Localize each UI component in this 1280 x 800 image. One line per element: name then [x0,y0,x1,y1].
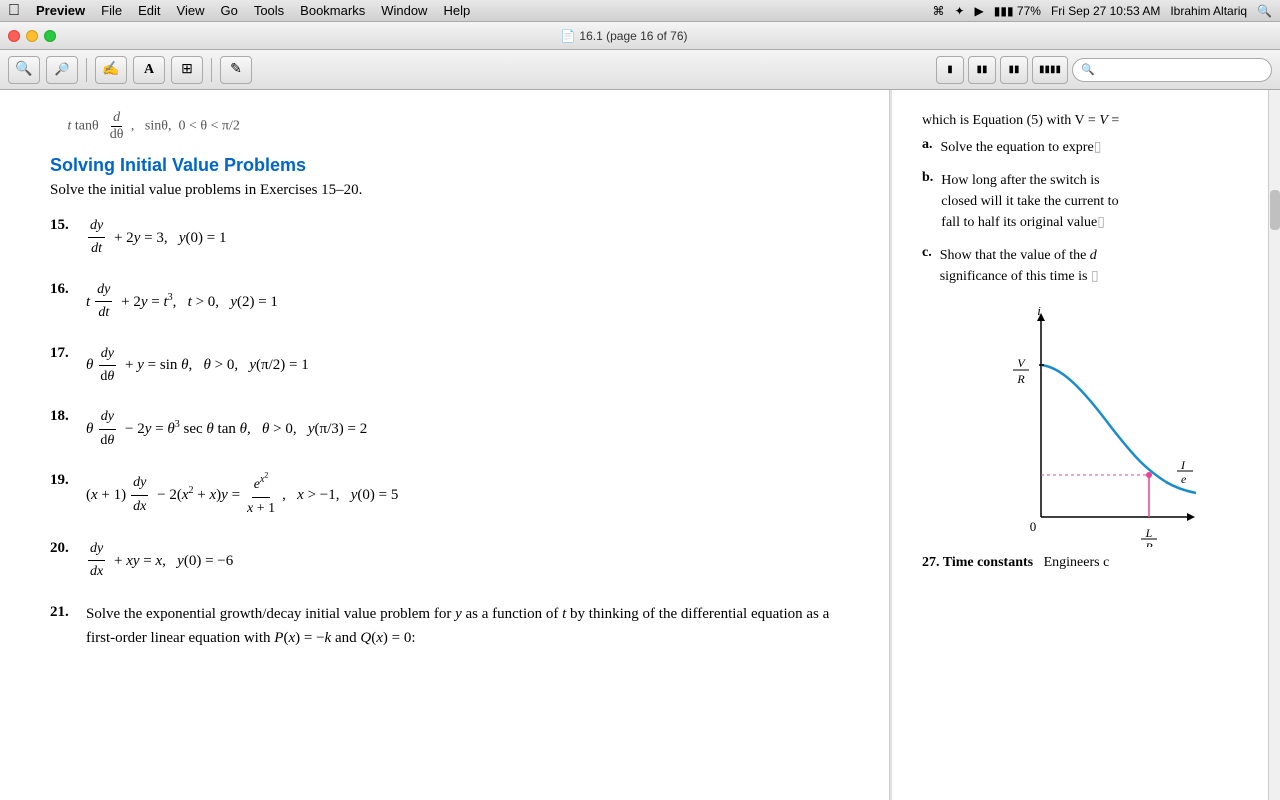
zoom-in-button[interactable]: 🔎 [46,56,78,84]
problem-19-number: 19. [50,470,78,489]
right-top-text: which is Equation (5) with V = V = [922,110,1260,131]
right-top-content: which is Equation (5) with V = [922,113,1096,128]
menu-edit[interactable]: Edit [138,3,160,18]
problem-16: 16. t dydt + 2y = t3, t > 0, y(2) = 1 [50,279,849,325]
content-area: t tanθ ddθ , sinθ, 0 < θ < π/2 Solving I… [0,90,1280,800]
username: Ibrahim Altariq [1170,4,1247,18]
item-c-text: Show that the value of the d significanc… [940,245,1099,287]
menu-file[interactable]: File [101,3,122,18]
bluetooth-icon: ✦ [954,4,964,18]
menu-bookmarks[interactable]: Bookmarks [300,3,365,18]
main-window: 📄 16.1 (page 16 of 76) 🔍 🔎 ✍ A ⊞ ✎ ▮ ▮▮ … [0,22,1280,800]
annotate-button[interactable]: ✎ [220,56,252,84]
search-icon-toolbar: 🔍 [1081,63,1095,76]
problem-15-content: dydt + 2y = 3, y(0) = 1 [86,215,226,261]
problem-17-content: θ dydθ + y = sin θ, θ > 0, y(π/2) = 1 [86,343,309,389]
menu-help[interactable]: Help [443,3,470,18]
item-a-text: Solve the equation to expre▯ [941,137,1102,158]
problem-17-number: 17. [50,343,78,362]
title-text: 16.1 (page 16 of 76) [579,29,687,43]
problem-20-number: 20. [50,538,78,557]
svg-text:i: i [1037,307,1041,318]
page-view-4-button[interactable]: ▮▮▮▮ [1032,56,1068,84]
menubar:  Preview File Edit View Go Tools Bookma… [0,0,1280,22]
menu-window[interactable]: Window [381,3,427,18]
battery-icon: ▮▮▮ [994,4,1017,18]
search-box[interactable]: 🔍 [1072,58,1272,82]
document-icon: 📄 [560,29,575,43]
scrollbar[interactable] [1268,90,1280,800]
svg-text:V: V [1017,356,1026,370]
item-c-letter: c. [922,245,932,283]
right-bottom-text: 27. Time constants Engineers c [922,555,1260,571]
menu-view[interactable]: View [177,3,205,18]
svg-text:R: R [1016,372,1025,386]
problem-18-content: θ dydθ − 2y = θ3 sec θ tan θ, θ > 0, y(π… [86,406,367,452]
menu-go[interactable]: Go [220,3,237,18]
item-a-letter: a. [922,137,933,154]
window-title: 📄 16.1 (page 16 of 76) [560,29,687,43]
separator-1 [86,58,87,82]
pan-tool-button[interactable]: ✍ [95,56,127,84]
search-icon[interactable]: 🔍 [1257,4,1272,18]
problem-21: 21. Solve the exponential growth/decay i… [50,602,849,650]
svg-text:0: 0 [1030,519,1037,534]
problem-27-text: Engineers c [1044,555,1110,570]
problem-18-number: 18. [50,406,78,425]
right-page: which is Equation (5) with V = V = a. So… [890,90,1280,800]
maximize-button[interactable] [44,30,56,42]
volume-icon: ▶ [975,4,984,18]
battery-status: ▮▮▮ 77% [994,4,1041,18]
svg-text:L: L [1145,526,1153,540]
problem-27-label: 27. Time constants [922,555,1033,570]
scroll-thumb[interactable] [1270,190,1280,230]
wifi-icon: ⌘ [932,4,944,18]
item-b-text: How long after the switch is closed will… [941,170,1118,233]
menu-preview[interactable]: Preview [36,3,85,18]
problem-20-content: dydx + xy = x, y(0) = −6 [86,538,233,584]
titlebar: 📄 16.1 (page 16 of 76) [0,22,1280,50]
svg-text:R: R [1144,540,1153,547]
apple-menu[interactable]:  [8,2,20,20]
section-heading: Solving Initial Value Problems [50,155,849,176]
zoom-out-button[interactable]: 🔍 [8,56,40,84]
problem-18: 18. θ dydθ − 2y = θ3 sec θ tan θ, θ > 0,… [50,406,849,452]
close-button[interactable] [8,30,20,42]
problem-19-content: (x + 1) dydx − 2(x2 + x)y = ex2 x + 1 , … [86,470,398,520]
toolbar: 🔍 🔎 ✍ A ⊞ ✎ ▮ ▮▮ ▮▮ ▮▮▮▮ 🔍 [0,50,1280,90]
datetime: Fri Sep 27 10:53 AM [1051,4,1160,18]
grid-view-button[interactable]: ⊞ [171,56,203,84]
intro-text: Solve the initial value problems in Exer… [50,182,849,199]
decay-chart: i V R 0 L R I e [981,307,1201,547]
svg-text:e: e [1181,472,1187,486]
problem-21-content: Solve the exponential growth/decay initi… [86,602,849,650]
problem-17: 17. θ dydθ + y = sin θ, θ > 0, y(π/2) = … [50,343,849,389]
problem-16-number: 16. [50,279,78,298]
page-view-1-button[interactable]: ▮ [936,56,964,84]
problem-15: 15. dydt + 2y = 3, y(0) = 1 [50,215,849,261]
problem-20: 20. dydx + xy = x, y(0) = −6 [50,538,849,584]
chart-container: i V R 0 L R I e [922,307,1260,547]
select-text-button[interactable]: A [133,56,165,84]
problem-21-number: 21. [50,602,78,621]
problem-15-number: 15. [50,215,78,234]
svg-text:I: I [1180,458,1186,472]
menubar-right: ⌘ ✦ ▶ ▮▮▮ 77% Fri Sep 27 10:53 AM Ibrahi… [932,4,1272,18]
menu-tools[interactable]: Tools [254,3,284,18]
page-view-3-button[interactable]: ▮▮ [1000,56,1028,84]
right-item-c: c. Show that the value of the d signific… [922,245,1260,287]
problem-16-content: t dydt + 2y = t3, t > 0, y(2) = 1 [86,279,278,325]
item-b-letter: b. [922,170,933,229]
right-item-b: b. How long after the switch is closed w… [922,170,1260,233]
page-view-2-button[interactable]: ▮▮ [968,56,996,84]
problem-19: 19. (x + 1) dydx − 2(x2 + x)y = ex2 x + … [50,470,849,520]
minimize-button[interactable] [26,30,38,42]
separator-2 [211,58,212,82]
right-item-a: a. Solve the equation to expre▯ [922,137,1260,158]
left-page: t tanθ ddθ , sinθ, 0 < θ < π/2 Solving I… [0,90,890,800]
battery-percent: 77% [1017,4,1041,18]
top-partial-equation: t tanθ ddθ , sinθ, 0 < θ < π/2 [50,110,849,143]
